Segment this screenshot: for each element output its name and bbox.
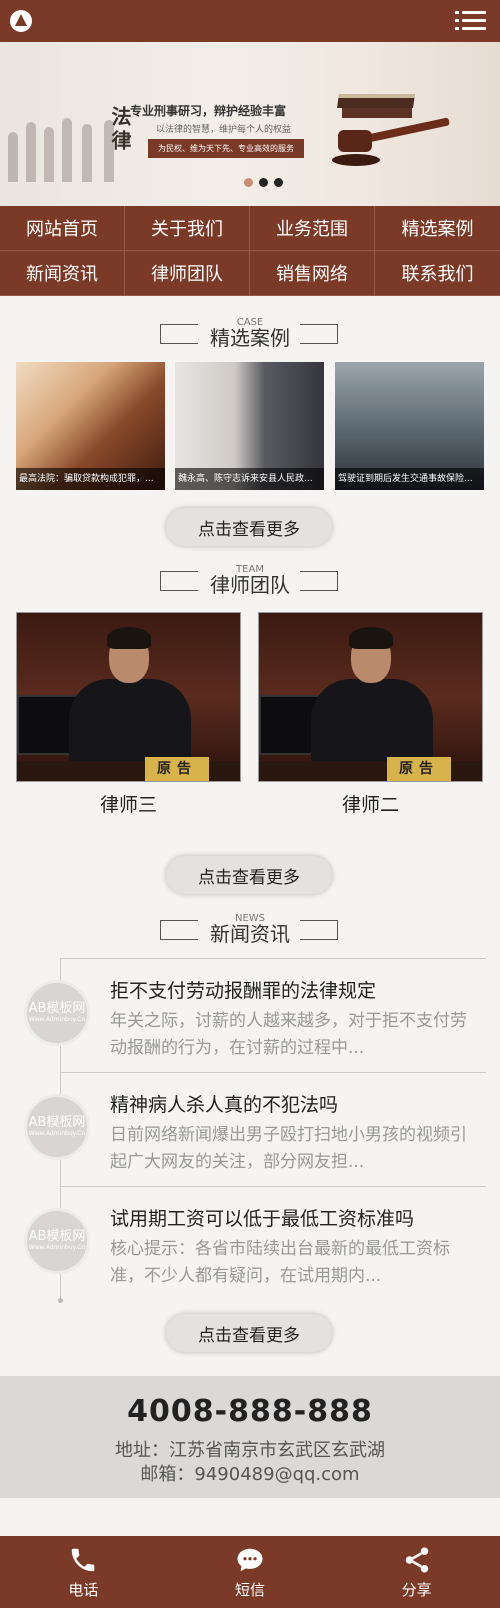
logo-icon[interactable] xyxy=(10,10,32,32)
news-item[interactable]: AB模板网 Www.Adminbuy.Cn 拒不支付劳动报酬罪的法律规定 年关之… xyxy=(0,958,500,1070)
hamburger-menu-icon[interactable] xyxy=(454,9,486,33)
share-icon xyxy=(405,1547,428,1572)
slider-dot-3[interactable] xyxy=(274,178,283,187)
nav-item-home[interactable]: 网站首页 xyxy=(0,206,125,251)
plaintiff-sign: 原告 xyxy=(145,757,209,781)
badge-url: Www.Adminbuy.Cn xyxy=(28,1016,86,1023)
lawyer-hair xyxy=(107,627,151,649)
nav-item-network[interactable]: 销售网络 xyxy=(250,251,375,296)
banner-subline: 以法律的智慧，维护每个人的权益 xyxy=(156,125,292,135)
contact-address: 地址：江苏省南京市玄武区玄武湖 xyxy=(115,1440,385,1461)
news-item[interactable]: AB模板网 Www.Adminbuy.Cn 精神病人杀人真的不犯法吗 日前网络新… xyxy=(0,1072,500,1184)
badge-url: Www.Adminbuy.Cn xyxy=(28,1130,86,1137)
banner-headline: 专业刑事研习，辩护经验丰富 xyxy=(130,104,287,118)
cases-title: 精选案例 xyxy=(210,326,290,350)
sms-label: 短信 xyxy=(235,1580,266,1599)
news-thumbnail: AB模板网 Www.Adminbuy.Cn xyxy=(24,1208,90,1274)
gavel-handle xyxy=(366,117,450,143)
hotline-number[interactable]: 4008-888-888 xyxy=(0,1394,500,1429)
news-title: 新闻资讯 xyxy=(210,922,290,946)
call-label: 电话 xyxy=(68,1580,99,1599)
case-card-1[interactable]: 最高法院：骗取贷款构成犯罪，... xyxy=(16,362,165,490)
badge-url: Www.Adminbuy.Cn xyxy=(28,1244,86,1251)
nav-item-services[interactable]: 业务范围 xyxy=(250,206,375,251)
team-card-2[interactable]: 原告 xyxy=(258,612,483,782)
contact-block: 4008-888-888 地址：江苏省南京市玄武区玄武湖 邮箱：9490489@… xyxy=(0,1376,500,1498)
team-member-name[interactable]: 律师三 xyxy=(16,790,241,817)
cases-more-button[interactable]: 点击查看更多 xyxy=(166,508,332,546)
banner-tagline: 为民权、维为天下先、专业高效的服务 xyxy=(148,139,304,158)
case-card-2[interactable]: 魏永高、陈守志诉来安县人民政... xyxy=(175,362,324,490)
news-title[interactable]: 精神病人杀人真的不犯法吗 xyxy=(110,1090,338,1117)
bottom-bar: 电话 短信 分享 xyxy=(0,1536,500,1608)
call-button[interactable]: 电话 xyxy=(0,1536,167,1608)
cases-section-title: CASE 精选案例 xyxy=(0,318,500,352)
slider-dots xyxy=(244,178,283,187)
divider xyxy=(60,1186,486,1187)
nav-item-team[interactable]: 律师团队 xyxy=(125,251,250,296)
case-grid: 最高法院：骗取贷款构成犯罪，... 魏永高、陈守志诉来安县人民政... 驾驶证到… xyxy=(16,362,484,490)
phone-icon xyxy=(72,1548,95,1571)
news-thumbnail: AB模板网 Www.Adminbuy.Cn xyxy=(24,1094,90,1160)
nav-item-cases[interactable]: 精选案例 xyxy=(375,206,500,251)
news-section-title: NEWS 新闻资讯 xyxy=(0,914,500,948)
plaintiff-sign: 原告 xyxy=(387,757,451,781)
gavel-icon xyxy=(338,130,372,152)
message-icon xyxy=(237,1548,263,1571)
news-summary: 核心提示：各省市陆续出台最新的最低工资标准，不少人都有疑问，在试用期内... xyxy=(110,1239,450,1286)
sms-button[interactable]: 短信 xyxy=(167,1536,334,1608)
lawyer-body xyxy=(311,679,433,765)
book-illustration-2 xyxy=(342,108,412,118)
nav-item-news[interactable]: 新闻资讯 xyxy=(0,251,125,296)
badge-brand: AB模板网 xyxy=(28,1229,86,1244)
badge-brand: AB模板网 xyxy=(28,1001,86,1016)
lawyer-hair xyxy=(349,627,393,649)
contact-email[interactable]: 邮箱：9490489@qq.com xyxy=(0,1460,500,1486)
news-summary: 日前网络新闻爆出男子殴打扫地小男孩的视频引起广大网友的关注，部分网友担... xyxy=(110,1125,467,1172)
slider-dot-2[interactable] xyxy=(259,178,268,187)
nav-item-contact[interactable]: 联系我们 xyxy=(375,251,500,296)
hero-banner[interactable]: 法律 专业刑事研习，辩护经验丰富 以法律的智慧，维护每个人的权益 为民权、维为天… xyxy=(0,42,500,206)
share-label: 分享 xyxy=(401,1580,432,1599)
team-more-button[interactable]: 点击查看更多 xyxy=(166,856,332,894)
news-item[interactable]: AB模板网 Www.Adminbuy.Cn 试用期工资可以低于最低工资标准吗 核… xyxy=(0,1186,500,1298)
slider-dot-1[interactable] xyxy=(244,178,253,187)
lawyer-body xyxy=(69,679,191,765)
divider xyxy=(60,1072,486,1073)
main-nav: 网站首页 关于我们 业务范围 精选案例 新闻资讯 律师团队 销售网络 联系我们 xyxy=(0,206,500,296)
team-title: 律师团队 xyxy=(210,573,290,597)
news-title[interactable]: 拒不支付劳动报酬罪的法律规定 xyxy=(110,976,376,1003)
gavel-base xyxy=(332,154,380,166)
team-card-1[interactable]: 原告 xyxy=(16,612,241,782)
top-header xyxy=(0,0,500,42)
divider xyxy=(60,958,486,959)
book-illustration xyxy=(337,94,415,108)
team-section-title: TEAM 律师团队 xyxy=(0,565,500,599)
team-member-name[interactable]: 律师二 xyxy=(258,790,483,817)
nav-item-about[interactable]: 关于我们 xyxy=(125,206,250,251)
badge-brand: AB模板网 xyxy=(28,1115,86,1130)
news-thumbnail: AB模板网 Www.Adminbuy.Cn xyxy=(24,980,90,1046)
timeline-end-dot xyxy=(58,1298,63,1303)
share-button[interactable]: 分享 xyxy=(333,1536,500,1608)
case-caption: 魏永高、陈守志诉来安县人民政... xyxy=(175,468,324,490)
news-more-button[interactable]: 点击查看更多 xyxy=(166,1314,332,1352)
news-title[interactable]: 试用期工资可以低于最低工资标准吗 xyxy=(110,1204,414,1231)
case-card-3[interactable]: 驾驶证到期后发生交通事故保险... xyxy=(335,362,484,490)
case-caption: 驾驶证到期后发生交通事故保险... xyxy=(335,468,484,490)
news-summary: 年关之际，讨薪的人越来越多，对于拒不支付劳动报酬的行为，在讨薪的过程中... xyxy=(110,1011,467,1058)
case-caption: 最高法院：骗取贷款构成犯罪，... xyxy=(16,468,165,490)
